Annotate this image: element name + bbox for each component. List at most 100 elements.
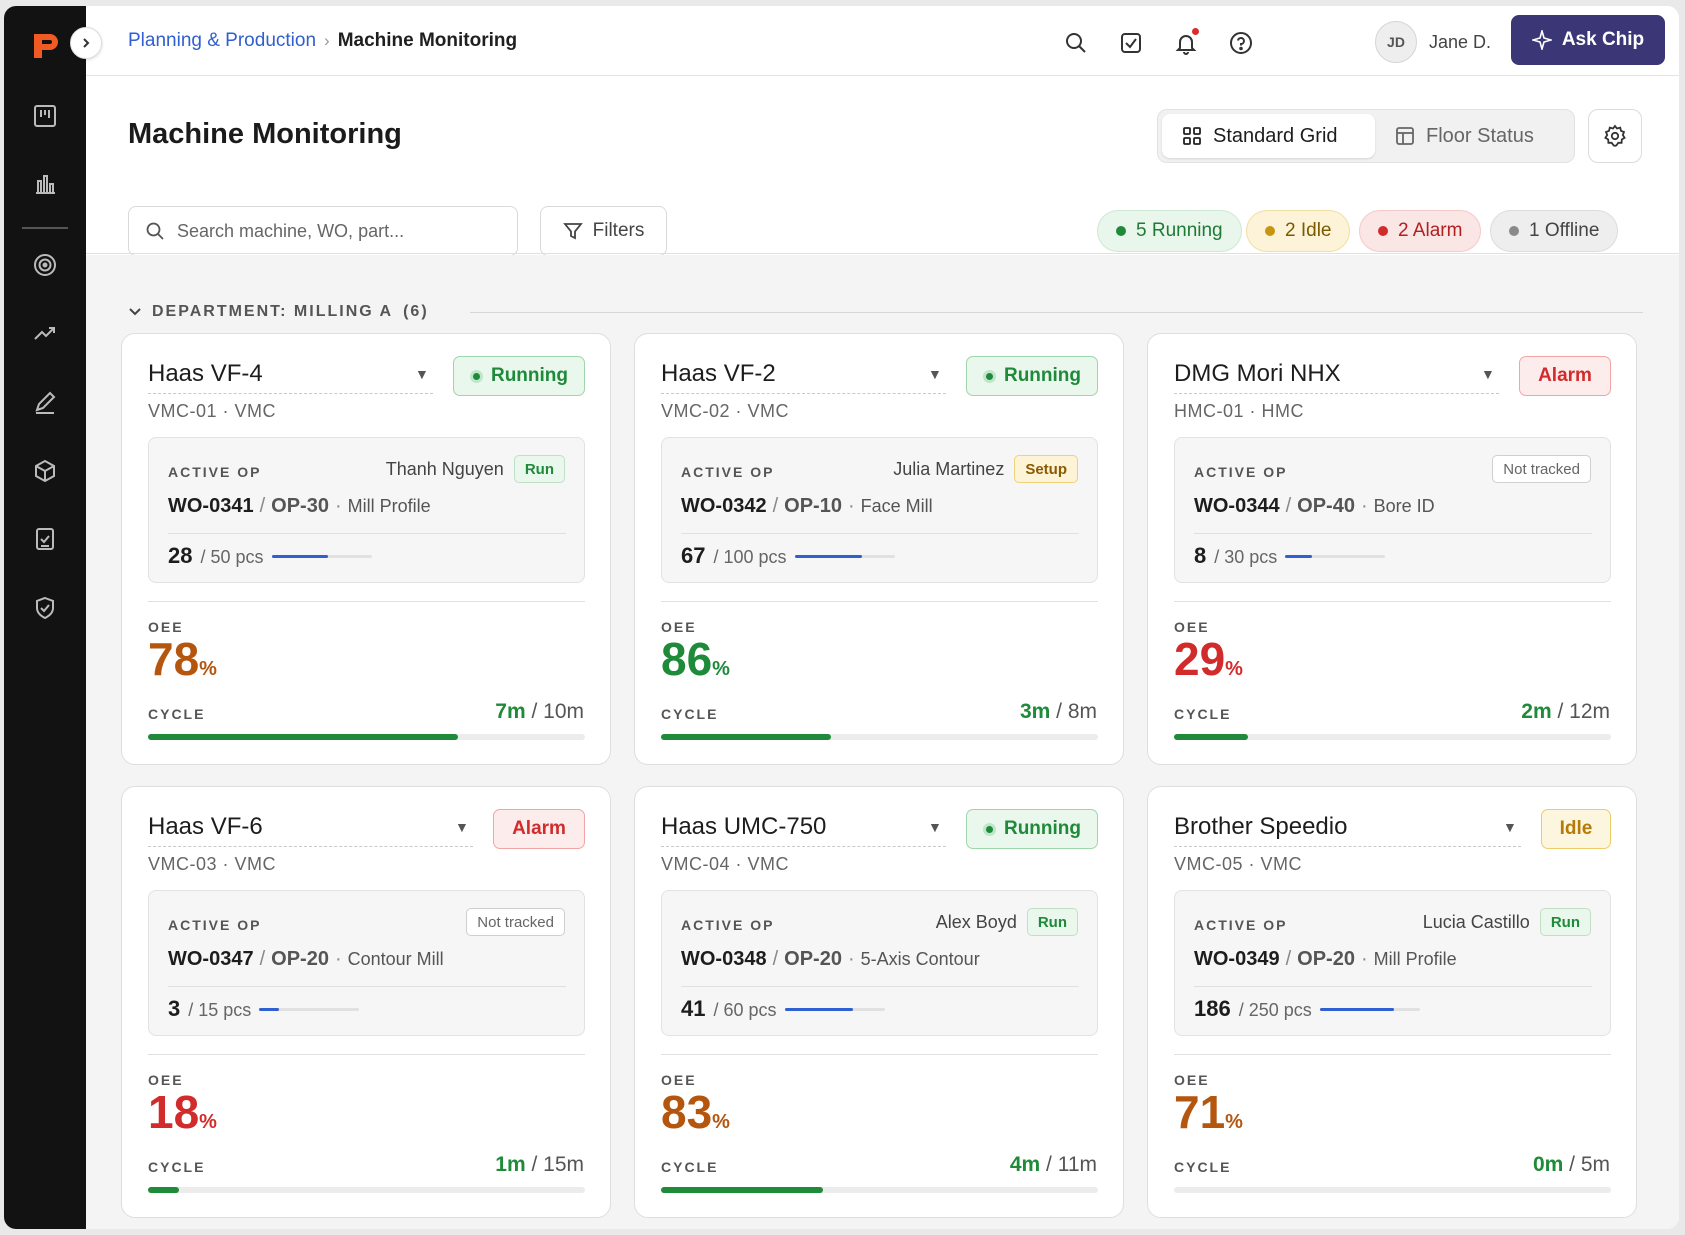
quantity-done: 41 [681,996,706,1021]
breadcrumb-parent-link[interactable]: Planning & Production [128,30,316,52]
machine-name[interactable]: Haas UMC-750 [661,813,826,841]
cycle-total: / 15m [531,1153,584,1176]
app-logo-icon[interactable] [30,30,62,62]
settings-button[interactable] [1588,109,1642,163]
card-divider [661,1054,1098,1055]
oee-number: 78 [148,633,200,685]
pen-icon[interactable] [30,387,60,417]
cycle-label: CYCLE [1174,706,1232,722]
operation-id: OP-10 [784,495,842,517]
search-box [128,206,518,256]
work-order-id[interactable]: WO-0342 [681,495,767,518]
caret-down-icon[interactable]: ▼ [928,366,942,382]
gear-icon [1604,124,1626,147]
trend-icon[interactable] [30,318,60,348]
status-badge[interactable]: Running [966,809,1098,849]
work-order-id[interactable]: WO-0349 [1194,948,1280,971]
card-divider [148,601,585,602]
filters-button[interactable]: Filters [540,206,667,256]
machine-card[interactable]: Brother Speedio ▼ VMC-05 · VMC Idle ACTI… [1147,786,1637,1218]
status-badge[interactable]: Alarm [1519,356,1611,396]
operator-name: Julia Martinez [893,458,1005,479]
machine-card[interactable]: Haas UMC-750 ▼ VMC-04 · VMC Running ACTI… [634,786,1124,1218]
caret-down-icon[interactable]: ▼ [415,366,429,382]
machine-name[interactable]: Haas VF-4 [148,360,263,388]
nav-rail [4,6,86,1229]
avatar[interactable]: JD [1375,21,1417,63]
machine-name[interactable]: Brother Speedio [1174,813,1347,841]
status-pill-offline[interactable]: 1 Offline [1490,210,1619,252]
separator: / [772,948,779,970]
shield-check-icon[interactable] [30,593,60,623]
work-order-id[interactable]: WO-0344 [1194,495,1280,518]
machine-card[interactable]: Haas VF-6 ▼ VMC-03 · VMC Alarm ACTIVE OP… [121,786,611,1218]
status-pill-running[interactable]: 5 Running [1097,210,1242,252]
caret-down-icon[interactable]: ▼ [1481,366,1495,382]
op-assignment: Lucia Castillo Run [1423,908,1591,936]
caret-down-icon[interactable]: ▼ [1503,819,1517,835]
caret-down-icon[interactable]: ▼ [455,819,469,835]
caret-down-icon[interactable]: ▼ [928,819,942,835]
machine-name-underline [1174,846,1521,847]
expand-sidebar-button[interactable] [70,27,102,59]
status-badge[interactable]: Running [453,356,585,396]
status-badge[interactable]: Idle [1541,809,1611,849]
active-op-panel[interactable]: ACTIVE OP Julia Martinez Setup WO-0342 /… [661,437,1098,583]
grid-icon [1183,127,1201,145]
status-pill-idle[interactable]: 2 Idle [1246,210,1351,252]
department-divider [470,312,1643,313]
quantity-progress-fill [271,554,328,558]
quantity-progress-fill [259,1007,280,1011]
bell-icon[interactable] [1173,28,1199,56]
search-input[interactable] [177,220,497,242]
search-icon[interactable] [1063,30,1089,56]
bar-chart-icon[interactable] [30,169,60,199]
status-badge[interactable]: Running [966,356,1098,396]
quantity-progress: 41 / 60 pcs [681,996,885,1022]
target-icon[interactable] [30,250,60,280]
status-pill-alarm[interactable]: 2 Alarm [1359,210,1482,252]
clipboard-check-icon[interactable] [30,524,60,554]
machine-card[interactable]: DMG Mori NHX ▼ HMC-01 · HMC Alarm ACTIVE… [1147,333,1637,765]
op-state-tag: Run [1539,908,1591,936]
ask-chip-label: Ask Chip [1561,29,1645,50]
quantity-progress-bar [259,1007,360,1011]
cycle-current: 7m [495,700,526,723]
status-badge-label: Alarm [512,818,566,839]
cycle-progress-fill [661,734,832,740]
status-badge[interactable]: Alarm [493,809,585,849]
op-state-tag: Not tracked [1492,455,1591,483]
operation-id: OP-20 [271,948,329,970]
box-icon[interactable] [30,456,60,486]
work-order-id[interactable]: WO-0341 [168,495,254,518]
work-order-id[interactable]: WO-0347 [168,948,254,971]
ask-chip-button[interactable]: Ask Chip [1511,15,1665,65]
active-op-panel[interactable]: ACTIVE OP Alex Boyd Run WO-0348 / OP-20 … [661,890,1098,1036]
active-op-panel[interactable]: ACTIVE OP Lucia Castillo Run WO-0349 / O… [1174,890,1611,1036]
separator: / [259,495,266,517]
help-icon[interactable] [1228,30,1254,56]
op-assignment: Julia Martinez Setup [893,455,1078,483]
active-op-panel[interactable]: ACTIVE OP Not tracked WO-0344 / OP-40 · … [1174,437,1611,583]
tab-floor-status[interactable]: Floor Status [1375,114,1554,158]
machine-grid-area: DEPARTMENT: MILLING A (6) Haas VF-4 ▼ VM… [86,255,1679,1229]
machine-card[interactable]: Haas VF-2 ▼ VMC-02 · VMC Running ACTIVE … [634,333,1124,765]
op-state-tag: Not tracked [466,908,565,936]
machine-card[interactable]: Haas VF-4 ▼ VMC-01 · VMC Running ACTIVE … [121,333,611,765]
machine-name[interactable]: Haas VF-2 [661,360,776,388]
active-op-panel[interactable]: ACTIVE OP Thanh Nguyen Run WO-0341 / OP-… [148,437,585,583]
board-icon[interactable] [30,101,60,131]
op-state-tag: Run [1026,908,1078,936]
op-divider [1194,533,1592,534]
machine-name[interactable]: DMG Mori NHX [1174,360,1341,388]
machine-name[interactable]: Haas VF-6 [148,813,263,841]
active-op-panel[interactable]: ACTIVE OP Not tracked WO-0347 / OP-20 · … [148,890,585,1036]
quantity-total: / 250 pcs [1238,1000,1312,1020]
op-divider [681,533,1079,534]
tab-standard-grid[interactable]: Standard Grid [1162,114,1375,158]
user-name[interactable]: Jane D. [1429,32,1491,53]
machine-name-underline [661,393,946,394]
department-header[interactable]: DEPARTMENT: MILLING A (6) [128,303,429,321]
work-order-id[interactable]: WO-0348 [681,948,767,971]
tasks-icon[interactable] [1118,30,1144,56]
